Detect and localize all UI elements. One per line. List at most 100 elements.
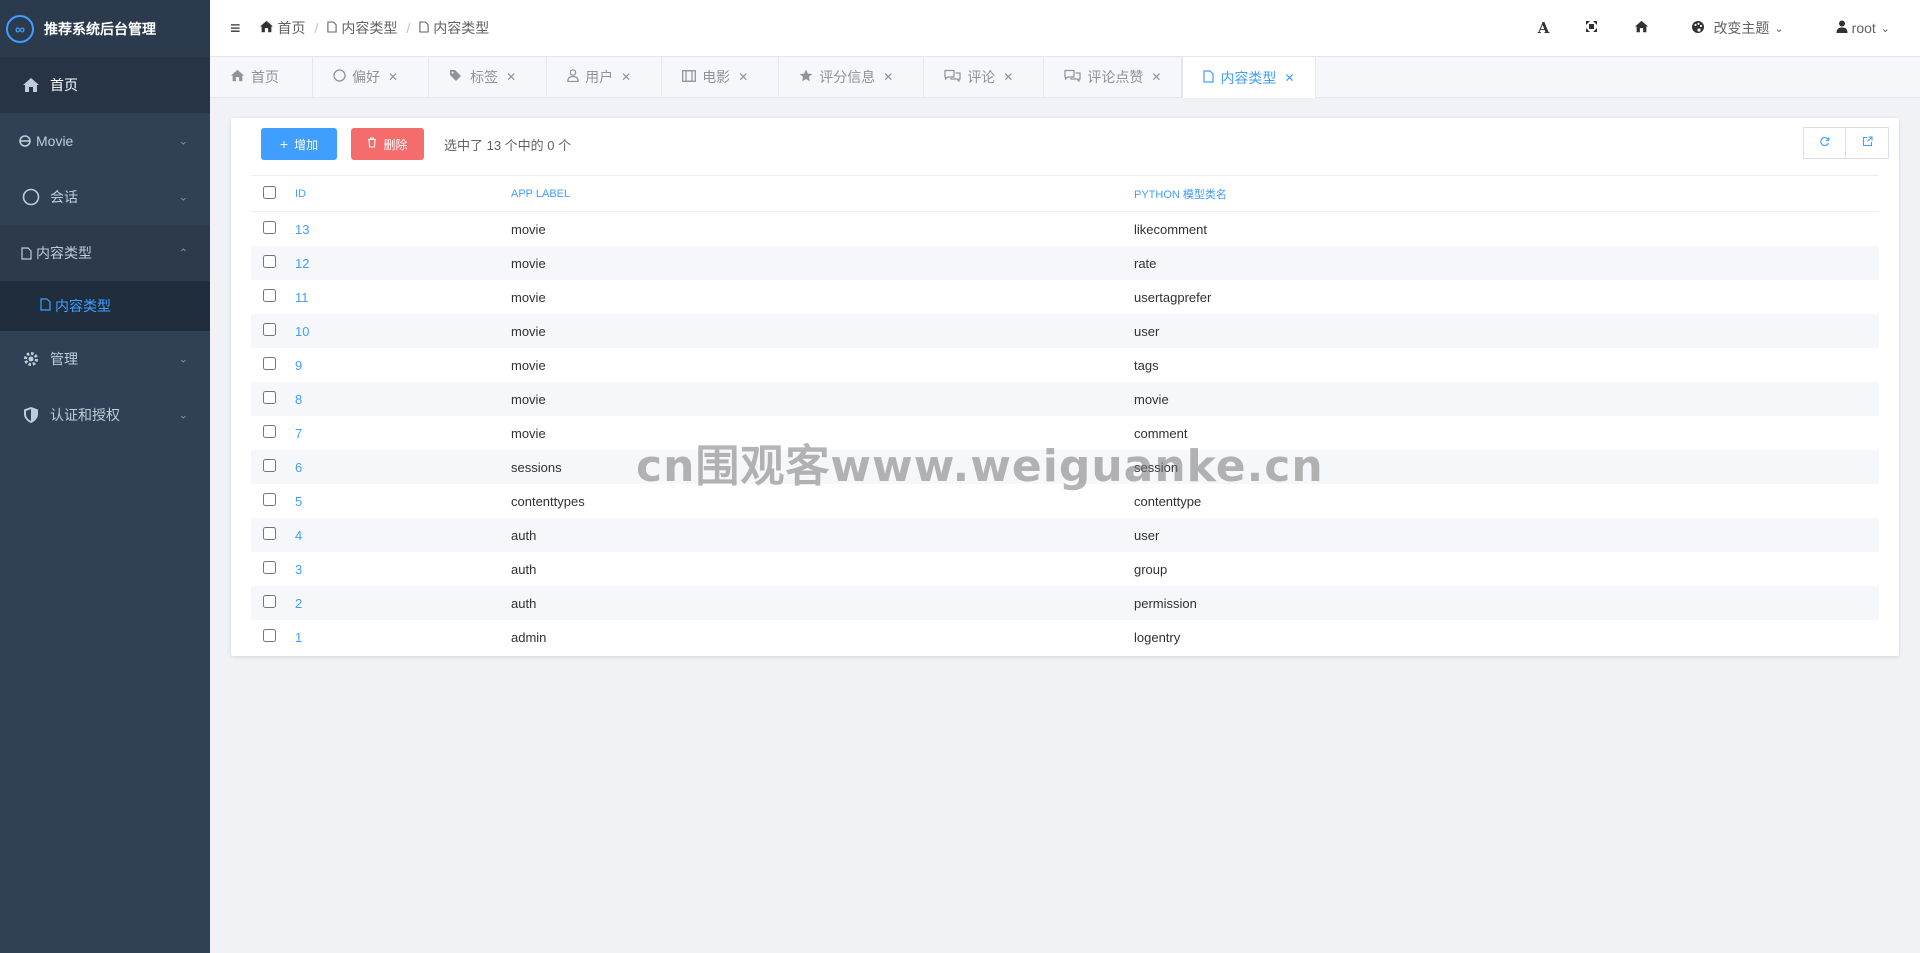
tab-comment-likes[interactable]: 评论点赞 ✕ [1044, 57, 1183, 97]
row-checkbox[interactable] [263, 289, 276, 302]
row-checkbox[interactable] [263, 221, 276, 234]
home-icon [20, 77, 42, 93]
sidebar-item-label: 认证和授权 [50, 407, 120, 423]
hamburger-icon[interactable]: ≡ [230, 18, 241, 39]
id-link[interactable]: 7 [295, 426, 302, 441]
select-all-checkbox[interactable] [263, 185, 276, 199]
id-link[interactable]: 13 [295, 222, 309, 237]
table-row: 5 contenttypes contenttype [251, 484, 1879, 518]
row-checkbox[interactable] [263, 561, 276, 574]
chevron-down-icon: ⌄ [1774, 22, 1784, 35]
id-cell: 6 [293, 450, 510, 484]
ie-icon [18, 134, 32, 148]
sidebar-item-auth[interactable]: 认证和授权 ⌄ [0, 387, 210, 443]
breadcrumb: 首页 / 内容类型 / 内容类型 [259, 18, 489, 38]
id-cell: 12 [293, 246, 510, 280]
tab-movies[interactable]: 电影 ✕ [662, 57, 780, 97]
id-cell: 1 [293, 620, 510, 654]
model-cell: user [1133, 518, 1879, 552]
id-cell: 13 [293, 212, 510, 247]
row-checkbox[interactable] [263, 595, 276, 608]
home-button[interactable] [1634, 20, 1649, 36]
id-link[interactable]: 10 [295, 324, 309, 339]
tab-ratings[interactable]: 评分信息 ✕ [779, 57, 925, 97]
refresh-icon [1819, 136, 1830, 150]
sidebar: ∞ 推荐系统后台管理 首页 Movie ⌄ 会话 ⌄ 内容类型 ⌃ 内容类型 管… [0, 0, 210, 953]
tab-tags[interactable]: 标签 ✕ [429, 57, 548, 97]
row-checkbox[interactable] [263, 255, 276, 268]
row-checkbox[interactable] [263, 493, 276, 506]
id-link[interactable]: 6 [295, 460, 302, 475]
close-icon[interactable]: ✕ [883, 70, 893, 84]
id-link[interactable]: 1 [295, 630, 302, 645]
sidebar-subitem-contenttypes[interactable]: 内容类型 [0, 281, 210, 331]
id-link[interactable]: 12 [295, 256, 309, 271]
export-button[interactable] [1846, 127, 1889, 159]
id-cell: 5 [293, 484, 510, 518]
top-header: ≡ 首页 / 内容类型 / 内容类型 A 改变主题 ⌄ root ⌄ [210, 0, 1920, 57]
row-checkbox[interactable] [263, 425, 276, 438]
id-link[interactable]: 3 [295, 562, 302, 577]
row-select-cell [251, 348, 293, 382]
sidebar-item-admin[interactable]: 管理 ⌄ [0, 331, 210, 387]
delete-button[interactable]: 删除 [351, 128, 424, 160]
model-cell: session [1133, 450, 1879, 484]
tab-comments[interactable]: 评论 ✕ [924, 57, 1045, 97]
tab-contenttypes[interactable]: 内容类型 ✕ [1182, 57, 1316, 98]
refresh-button[interactable] [1803, 127, 1846, 159]
tab-preference[interactable]: 偏好 ✕ [313, 57, 430, 97]
table-row: 12 movie rate [251, 246, 1879, 280]
breadcrumb-item-contenttypes[interactable]: 内容类型 [327, 18, 397, 38]
add-button[interactable]: + 增加 [261, 128, 337, 160]
close-icon[interactable]: ✕ [1003, 70, 1013, 84]
row-select-cell [251, 620, 293, 654]
fullscreen-button[interactable] [1585, 20, 1598, 36]
column-header-model[interactable]: PYTHON 模型类名 [1133, 175, 1879, 212]
row-checkbox[interactable] [263, 459, 276, 472]
id-link[interactable]: 8 [295, 392, 302, 407]
id-link[interactable]: 2 [295, 596, 302, 611]
id-link[interactable]: 5 [295, 494, 302, 509]
close-icon[interactable]: ✕ [1284, 71, 1294, 85]
column-header-id[interactable]: ID [293, 175, 510, 212]
user-dropdown[interactable]: root ⌄ [1836, 20, 1890, 36]
theme-dropdown[interactable]: 改变主题 ⌄ [1691, 18, 1784, 38]
sidebar-item-label: 首页 [50, 77, 78, 93]
close-icon[interactable]: ✕ [388, 70, 398, 84]
sidebar-item-label: 会话 [50, 189, 78, 205]
table-row: 6 sessions session [251, 450, 1879, 484]
table-tools [1803, 127, 1889, 159]
tab-users[interactable]: 用户 ✕ [547, 57, 663, 97]
sidebar-item-contenttypes[interactable]: 内容类型 ⌃ [0, 225, 210, 281]
row-checkbox[interactable] [263, 527, 276, 540]
model-cell: movie [1133, 382, 1879, 416]
breadcrumb-label: 首页 [277, 20, 306, 36]
app-label-cell: auth [510, 518, 1133, 552]
sidebar-item-movie[interactable]: Movie ⌄ [0, 113, 210, 169]
close-icon[interactable]: ✕ [621, 70, 631, 84]
home-icon [230, 69, 245, 85]
row-checkbox[interactable] [263, 357, 276, 370]
id-cell: 9 [293, 348, 510, 382]
close-icon[interactable]: ✕ [738, 70, 748, 84]
id-link[interactable]: 4 [295, 528, 302, 543]
id-cell: 2 [293, 586, 510, 620]
id-link[interactable]: 9 [295, 358, 302, 373]
id-link[interactable]: 11 [295, 290, 309, 305]
breadcrumb-item-home[interactable]: 首页 [259, 18, 306, 38]
row-checkbox[interactable] [263, 391, 276, 404]
header-actions: A 改变主题 ⌄ root ⌄ [1502, 0, 1890, 56]
sidebar-item-home[interactable]: 首页 [0, 57, 210, 113]
tab-home[interactable]: 首页 [210, 57, 313, 97]
row-checkbox[interactable] [263, 323, 276, 336]
tab-label: 评分信息 [819, 69, 876, 85]
close-icon[interactable]: ✕ [1151, 70, 1161, 84]
row-checkbox[interactable] [263, 629, 276, 642]
id-cell: 7 [293, 416, 510, 450]
app-label-cell: auth [510, 586, 1133, 620]
column-header-app-label[interactable]: APP LABEL [510, 175, 1133, 212]
close-icon[interactable]: ✕ [506, 70, 516, 84]
font-size-button[interactable]: A [1538, 19, 1550, 37]
sidebar-item-sessions[interactable]: 会话 ⌄ [0, 169, 210, 225]
brand[interactable]: ∞ 推荐系统后台管理 [0, 0, 210, 57]
